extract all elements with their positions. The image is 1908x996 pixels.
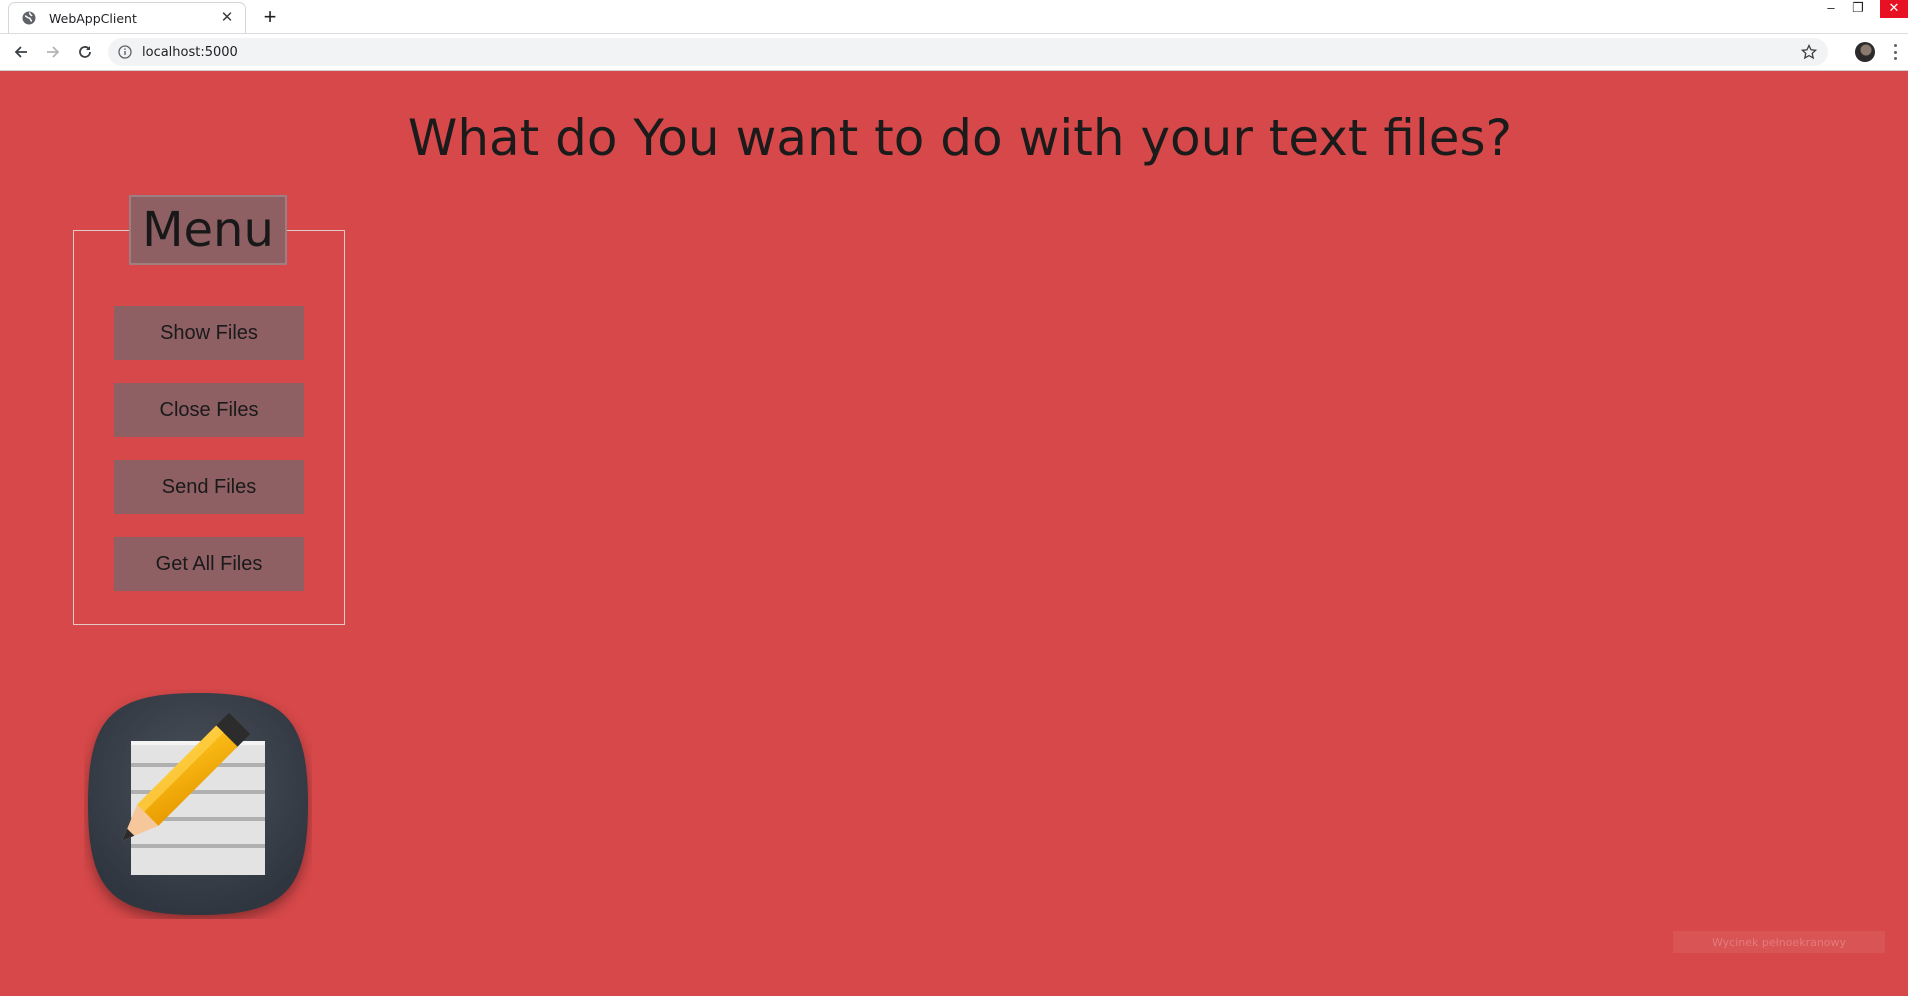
address-bar[interactable]: localhost:5000 [108, 38, 1828, 66]
menu-legend: Menu [129, 195, 287, 265]
show-files-button[interactable]: Show Files [114, 306, 304, 360]
get-all-files-button[interactable]: Get All Files [114, 537, 304, 591]
browser-tab[interactable]: WebAppClient ✕ [8, 2, 246, 33]
notepad-pencil-icon [84, 689, 312, 919]
tab-title: WebAppClient [49, 10, 137, 26]
info-icon[interactable] [118, 45, 132, 59]
send-files-button[interactable]: Send Files [114, 460, 304, 514]
minimize-icon[interactable]: – [1818, 0, 1844, 18]
globe-icon [21, 10, 37, 26]
forward-arrow-icon[interactable] [41, 40, 65, 64]
browser-tab-strip: WebAppClient ✕ + – ❐ ✕ [0, 0, 1908, 34]
snip-overlay-label: Wycinek pełnoekranowy [1673, 931, 1885, 953]
page-viewport: What do You want to do with your text fi… [0, 71, 1908, 996]
close-icon[interactable]: ✕ [219, 10, 235, 26]
reload-icon[interactable] [73, 40, 97, 64]
plus-icon[interactable]: + [258, 6, 282, 30]
star-icon[interactable] [1800, 43, 1818, 61]
url-text: localhost:5000 [142, 44, 238, 60]
restore-icon[interactable]: ❐ [1845, 0, 1871, 18]
back-arrow-icon[interactable] [9, 40, 33, 64]
menu-dots-icon[interactable] [1891, 42, 1899, 62]
profile-avatar[interactable] [1855, 42, 1875, 62]
window-close-icon[interactable]: ✕ [1880, 0, 1908, 18]
close-files-button[interactable]: Close Files [114, 383, 304, 437]
browser-toolbar: localhost:5000 [0, 34, 1908, 71]
page-heading: What do You want to do with your text fi… [407, 109, 1513, 167]
menu-panel: Menu Show Files Close Files Send Files G… [73, 195, 345, 625]
